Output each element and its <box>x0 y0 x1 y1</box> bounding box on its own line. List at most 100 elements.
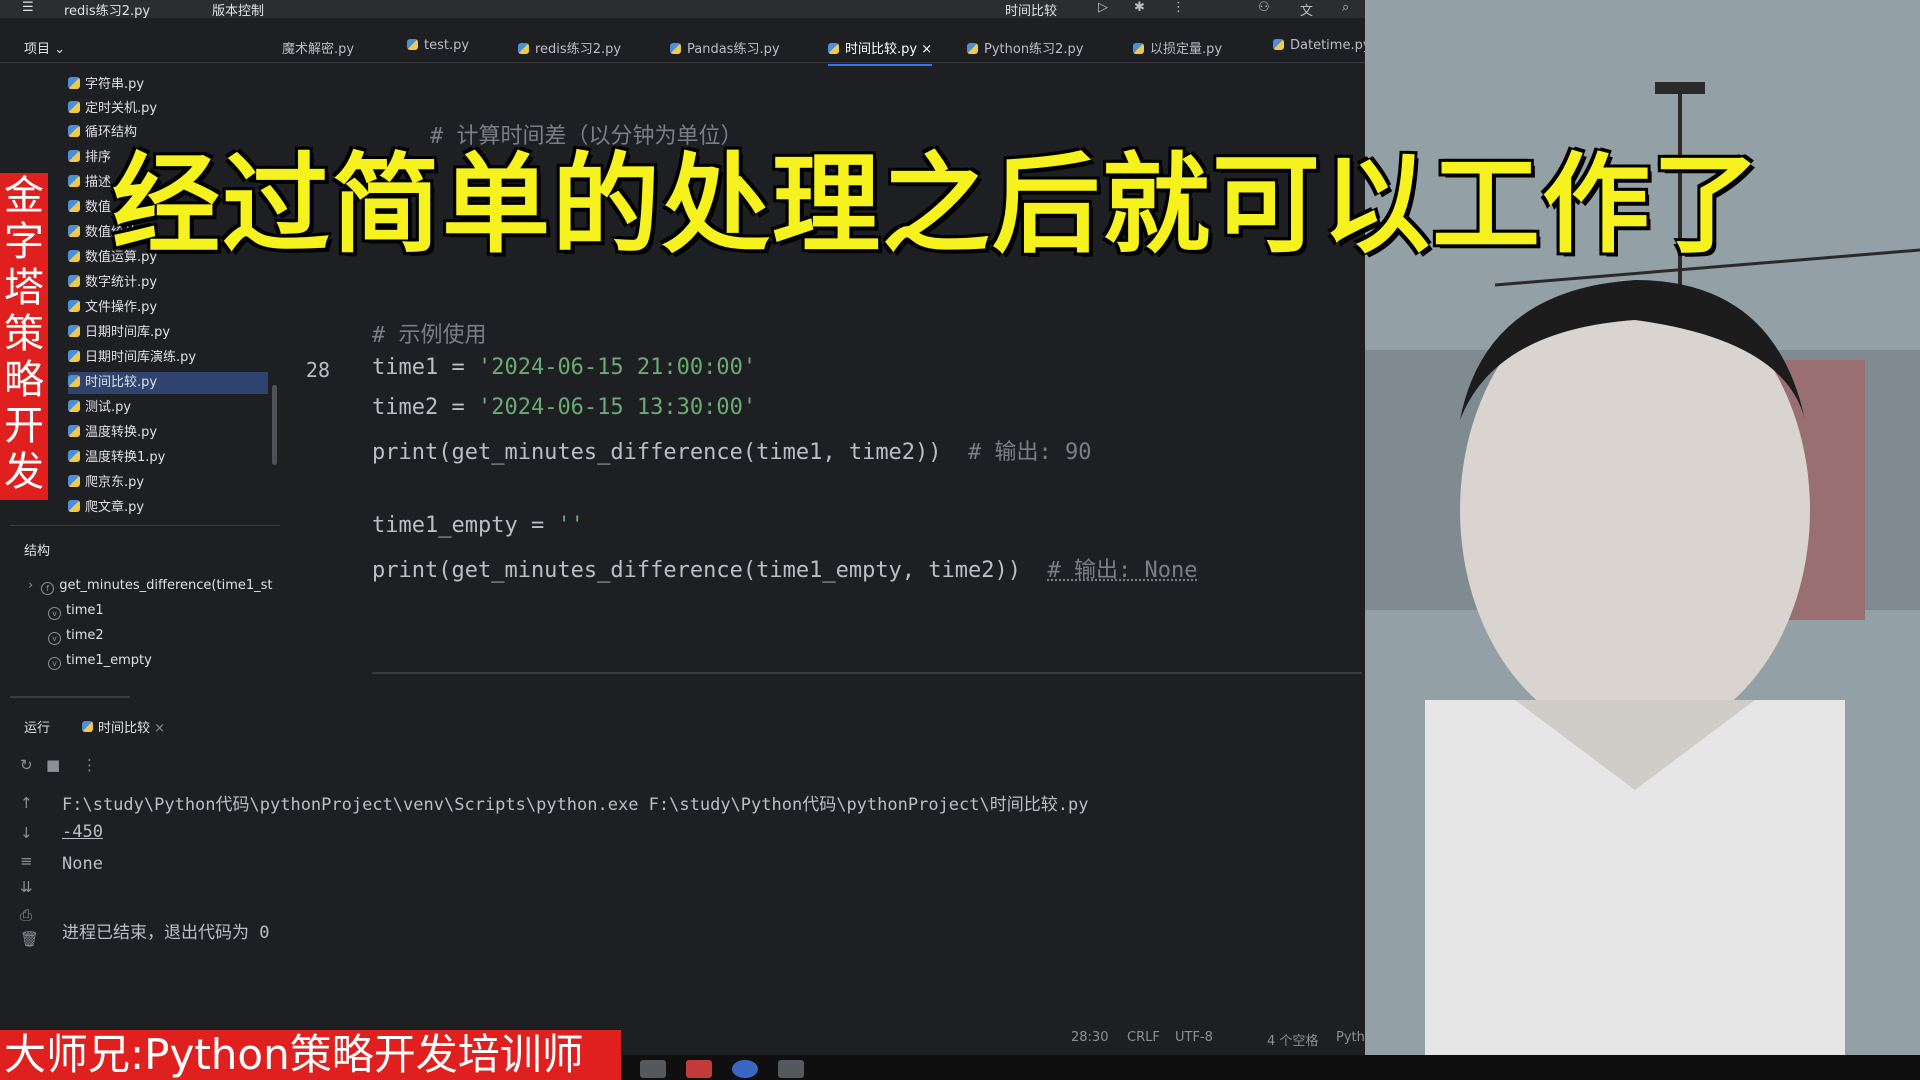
tab-5[interactable]: Python练习2.py <box>967 38 1083 57</box>
terminal-command: F:\study\Python代码\pythonProject\venv\Scr… <box>62 795 1089 815</box>
python-file-icon <box>68 450 80 462</box>
vcs-menu[interactable]: 版本控制 <box>212 0 264 19</box>
status-language[interactable]: Pyth <box>1336 1030 1365 1045</box>
line-number: 28 <box>305 358 330 382</box>
more-icon[interactable]: ⋮ <box>82 756 97 774</box>
close-icon[interactable]: × <box>154 721 165 736</box>
stop-icon[interactable]: ■ <box>46 756 60 774</box>
terminal-output: None <box>62 854 103 874</box>
file-item[interactable]: 文件操作.py <box>68 297 157 319</box>
structure-item-function[interactable]: › f get_minutes_difference(time1_st <box>28 578 273 595</box>
run-panel-label: 运行 <box>24 721 51 736</box>
python-file-icon <box>518 43 529 54</box>
file-item[interactable]: 日期时间库演练.py <box>68 347 196 369</box>
file-item[interactable]: 字符串.py <box>68 74 144 96</box>
python-file-icon <box>68 150 80 162</box>
structure-item-var[interactable]: v time1_empty <box>48 653 152 670</box>
terminal-output: -450 <box>62 822 103 842</box>
file-item[interactable]: 描述 <box>68 172 111 194</box>
python-file-icon <box>68 500 80 512</box>
file-item[interactable]: 数字统计.py <box>68 272 157 294</box>
python-file-icon <box>407 39 418 50</box>
python-file-icon <box>68 225 80 237</box>
python-file-icon <box>68 350 80 362</box>
python-file-icon <box>1133 43 1144 54</box>
debug-icon[interactable]: ✱ <box>1134 0 1145 15</box>
up-icon[interactable]: ↑ <box>20 794 33 812</box>
code-line: time2 = '2024-06-15 13:30:00' <box>372 395 757 420</box>
video-caption: 经过简单的处理之后就可以工作了 <box>112 143 1763 268</box>
file-item[interactable]: 温度转换1.py <box>68 447 165 469</box>
status-indent[interactable]: 4 个空格 <box>1267 1030 1318 1049</box>
python-file-icon <box>68 101 80 113</box>
status-cursor-position[interactable]: 28:30 <box>1071 1030 1108 1045</box>
rerun-icon[interactable]: ↻ <box>20 756 33 774</box>
file-item[interactable]: 日期时间库.py <box>68 322 170 344</box>
run-icon[interactable]: ▷ <box>1098 0 1108 15</box>
structure-item-var[interactable]: v time2 <box>48 628 104 645</box>
python-file-icon <box>1273 39 1284 50</box>
python-file-icon <box>68 425 80 437</box>
status-line-separator[interactable]: CRLF <box>1127 1030 1160 1045</box>
chevron-right-icon[interactable]: › <box>28 578 33 593</box>
taskbar-app-icon[interactable] <box>732 1060 758 1078</box>
taskbar-app-icon[interactable] <box>640 1060 666 1078</box>
run-tab[interactable]: 时间比较 × <box>82 717 165 736</box>
tab-2[interactable]: redis练习2.py <box>518 38 621 57</box>
tab-3[interactable]: Pandas练习.py <box>670 38 780 57</box>
taskbar-app-icon[interactable] <box>778 1060 804 1078</box>
code-comment: # 示例使用 <box>372 323 487 348</box>
python-file-icon <box>68 250 80 262</box>
python-file-icon <box>68 375 80 387</box>
python-file-icon <box>68 475 80 487</box>
translate-icon[interactable]: 文 <box>1300 0 1313 19</box>
tab-4[interactable]: 时间比较.py × <box>828 38 933 66</box>
editor-divider <box>372 672 1362 674</box>
file-item[interactable]: 爬文章.py <box>68 497 144 519</box>
file-item[interactable]: 温度转换.py <box>68 422 157 444</box>
file-item[interactable]: 爬京东.py <box>68 472 144 494</box>
file-item[interactable]: 定时关机.py <box>68 98 157 120</box>
down-icon[interactable]: ↓ <box>20 824 33 842</box>
tab-6[interactable]: 以损定量.py <box>1133 38 1222 57</box>
python-file-icon <box>68 275 80 287</box>
side-banner: 金字塔策略开发 <box>0 173 48 500</box>
tab-7[interactable]: Datetime.py <box>1273 38 1365 53</box>
project-scrollbar[interactable] <box>272 385 277 465</box>
python-file-icon <box>68 175 80 187</box>
structure-item-var[interactable]: v time1 <box>48 603 104 620</box>
search-icon[interactable]: ⌕ <box>1342 0 1349 15</box>
python-file-icon <box>82 721 93 732</box>
terminal-exit-message: 进程已结束，退出代码为 0 <box>62 923 270 943</box>
run-config[interactable]: 时间比较 <box>1005 0 1057 19</box>
scroll-end-icon[interactable]: ⇊ <box>20 878 33 896</box>
bottom-banner: 大师兄:Python策略开发培训师 <box>0 1030 621 1080</box>
wrap-icon[interactable]: ≡ <box>20 852 33 870</box>
run-panel-divider <box>10 696 130 698</box>
project-name[interactable]: redis练习2.py <box>64 0 150 19</box>
tab-0[interactable]: 魔术解密.py <box>282 38 354 57</box>
project-panel-title[interactable]: 项目 ⌄ <box>24 38 65 57</box>
python-file-icon <box>68 77 80 89</box>
close-icon[interactable]: × <box>921 42 932 57</box>
more-icon[interactable]: ⋮ <box>1172 0 1185 15</box>
hamburger-icon[interactable]: ☰ <box>22 0 34 15</box>
file-item[interactable]: 排序 <box>68 147 111 169</box>
structure-panel-title: 结构 <box>24 544 51 559</box>
python-file-icon <box>68 200 80 212</box>
print-icon[interactable]: ⎙ <box>20 906 32 924</box>
python-file-icon <box>68 325 80 337</box>
python-file-icon <box>828 43 839 54</box>
function-icon: f <box>41 582 55 595</box>
python-file-icon <box>68 300 80 312</box>
trash-icon[interactable]: 🗑 <box>20 930 39 948</box>
add-user-icon[interactable]: ⚇ <box>1258 0 1270 15</box>
tab-1[interactable]: test.py <box>407 38 469 53</box>
status-encoding[interactable]: UTF-8 <box>1175 1030 1213 1045</box>
variable-icon: v <box>48 657 61 670</box>
file-item[interactable]: 数值 <box>68 197 111 219</box>
file-item[interactable]: 测试.py <box>68 397 131 419</box>
file-item-selected[interactable]: 时间比较.py <box>68 372 268 394</box>
python-file-icon <box>68 125 80 137</box>
taskbar-app-icon[interactable] <box>686 1060 712 1078</box>
